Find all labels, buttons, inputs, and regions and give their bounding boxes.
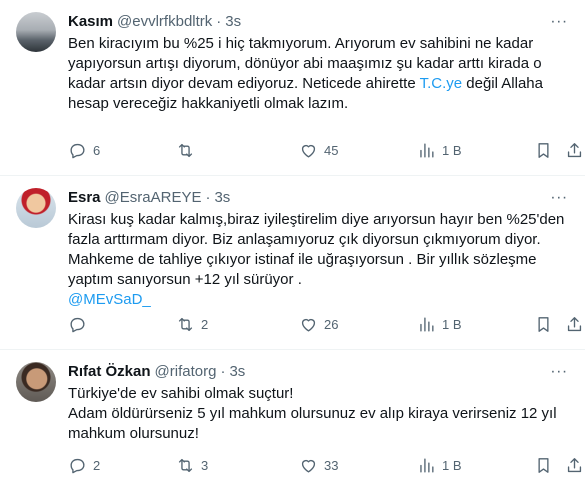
bookmark-button[interactable] <box>534 314 553 334</box>
text-line: fazla arttırmam diyor. Biz anlaşamıyoruz… <box>68 231 541 248</box>
bar-chart-views-icon <box>420 142 434 158</box>
reply-bubble-icon <box>70 317 85 332</box>
tweet-text: Kirası kuş kadar kalmış,biraz iyileştire… <box>68 210 573 310</box>
text-line: Türkiye'de ev sahibi olmak suçtur! <box>68 385 294 402</box>
reply-bubble-icon <box>70 143 85 158</box>
text-line: Adam öldürürseniz 5 yıl mahkum olursunuz… <box>68 405 557 422</box>
text-line: yapıyorsun artışı diyorum, dönüyor abi m… <box>68 55 542 72</box>
separator-dot: · <box>220 363 226 380</box>
reply-bubble-icon <box>70 458 85 473</box>
like-button[interactable]: 26 <box>299 314 338 334</box>
avatar[interactable] <box>16 188 56 228</box>
retweet-button[interactable]: 3 <box>176 455 208 475</box>
display-name[interactable]: Kasım <box>68 12 113 32</box>
timestamp[interactable]: 3s <box>229 362 245 382</box>
display-name[interactable]: Rıfat Özkan <box>68 362 151 382</box>
views-button[interactable]: 1 B <box>417 314 462 334</box>
separator-dot: · <box>216 13 222 30</box>
tweet-header: Esra @EsraAREYE · 3s <box>68 188 569 208</box>
tweet-header: Kasım @evvlrfkbdltrk · 3s <box>68 12 569 32</box>
like-button[interactable]: 33 <box>299 455 338 475</box>
share-button[interactable] <box>565 140 584 160</box>
timestamp[interactable]: 3s <box>214 188 230 208</box>
retweet-button[interactable]: 2 <box>176 314 208 334</box>
user-handle[interactable]: @EsraAREYE <box>105 188 202 208</box>
tweet[interactable]: Esra @EsraAREYE · 3s ··· Kirası kuş kada… <box>0 176 585 350</box>
user-handle[interactable]: @rifatorg <box>155 362 217 382</box>
text-line: hesap vereceğiz hakkaniyetli olmak lazım… <box>68 95 349 112</box>
heart-icon <box>301 144 316 158</box>
share-upload-icon <box>567 457 582 472</box>
more-options-icon[interactable]: ··· <box>549 12 569 32</box>
like-button[interactable]: 45 <box>299 140 338 160</box>
bookmark-icon <box>538 316 549 332</box>
avatar[interactable] <box>16 362 56 402</box>
views-button[interactable]: 1 B <box>417 455 462 475</box>
tweet-text: Ben kiracıyım bu %25 i hiç takmıyorum. A… <box>68 34 573 114</box>
inline-link[interactable]: T.C.ye <box>420 75 463 92</box>
like-count: 45 <box>324 142 339 158</box>
tweet[interactable]: Rıfat Özkan @rifatorg · 3s ··· Türkiye'd… <box>0 350 585 490</box>
text-line: mahkum olursunuz! <box>68 425 199 442</box>
tweet-feed: Kasım @evvlrfkbdltrk · 3s ··· Ben kiracı… <box>0 0 585 490</box>
timestamp[interactable]: 3s <box>225 12 241 32</box>
retweet-count: 3 <box>201 457 209 473</box>
reply-button[interactable]: 2 <box>68 455 100 475</box>
text-line: Mahkeme de tahliye çıkıyor istinaf ile u… <box>68 251 537 268</box>
reply-count: 6 <box>93 142 101 158</box>
share-button[interactable] <box>565 314 584 334</box>
bookmark-icon <box>538 457 549 473</box>
like-count: 26 <box>324 316 339 332</box>
views-button[interactable]: 1 B <box>417 140 462 160</box>
text-fragment: kadar artsın diyor devam ediyoruz. Netic… <box>68 75 420 92</box>
text-line: Kirası kuş kadar kalmış,biraz iyileştire… <box>68 211 565 228</box>
text-line: yaptım sanıyorsun +12 yıl sürüyor . <box>68 271 302 288</box>
text-line: kadar artsın diyor devam ediyoruz. Netic… <box>68 74 573 94</box>
retweet-arrows-icon <box>178 317 193 331</box>
bar-chart-views-icon <box>420 316 434 332</box>
bar-chart-views-icon <box>420 457 434 473</box>
tweet-text: Türkiye'de ev sahibi olmak suçtur! Adam … <box>68 384 573 444</box>
share-upload-icon <box>567 142 582 157</box>
reply-button[interactable]: 6 <box>68 140 100 160</box>
text-line: Ben kiracıyım bu %25 i hiç takmıyorum. A… <box>68 35 534 52</box>
view-count: 1 B <box>442 316 462 332</box>
reply-count: 2 <box>93 457 101 473</box>
separator-dot: · <box>205 189 211 206</box>
tweet-header: Rıfat Özkan @rifatorg · 3s <box>68 362 569 382</box>
retweet-button[interactable] <box>176 140 201 160</box>
more-options-icon[interactable]: ··· <box>549 362 569 382</box>
tweet[interactable]: Kasım @evvlrfkbdltrk · 3s ··· Ben kiracı… <box>0 0 585 176</box>
retweet-arrows-icon <box>178 458 193 472</box>
retweet-arrows-icon <box>178 143 193 157</box>
action-bar: 2 26 1 B <box>68 314 582 334</box>
more-options-icon[interactable]: ··· <box>549 188 569 208</box>
action-bar: 6 45 1 B <box>68 140 582 160</box>
heart-icon <box>301 459 316 473</box>
user-handle[interactable]: @evvlrfkbdltrk <box>117 12 212 32</box>
view-count: 1 B <box>442 142 462 158</box>
share-button[interactable] <box>565 455 584 475</box>
text-fragment: değil Allaha <box>462 75 543 92</box>
avatar[interactable] <box>16 12 56 52</box>
heart-icon <box>301 318 316 332</box>
like-count: 33 <box>324 457 339 473</box>
bookmark-button[interactable] <box>534 455 553 475</box>
view-count: 1 B <box>442 457 462 473</box>
mention-link[interactable]: @MEvSaD_ <box>68 290 573 310</box>
retweet-count: 2 <box>201 316 209 332</box>
display-name[interactable]: Esra <box>68 188 101 208</box>
bookmark-button[interactable] <box>534 140 553 160</box>
share-upload-icon <box>567 316 582 331</box>
reply-button[interactable] <box>68 314 93 334</box>
action-bar: 2 3 33 1 B <box>68 455 582 475</box>
bookmark-icon <box>538 142 549 158</box>
